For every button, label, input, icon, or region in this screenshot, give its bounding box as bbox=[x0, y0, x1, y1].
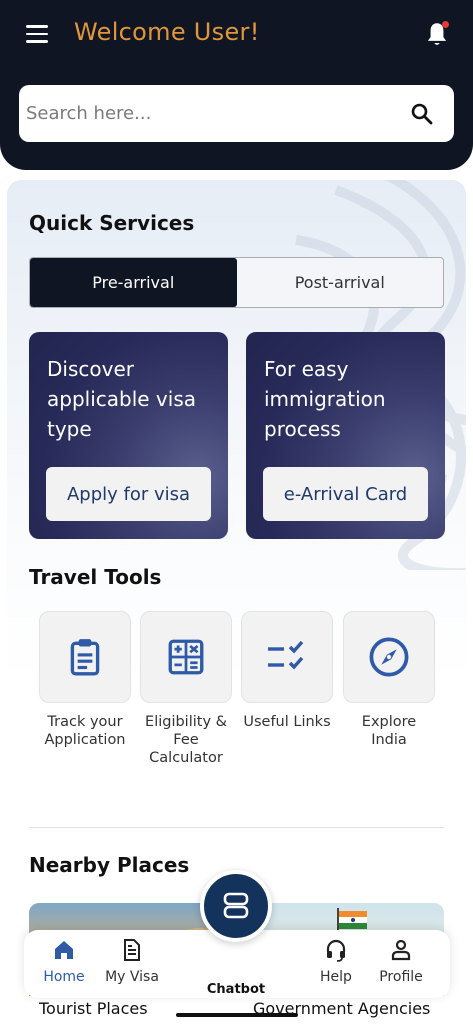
compass-icon bbox=[369, 637, 409, 677]
arrival-promo-card: For easy immigration process e-Arrival C… bbox=[246, 332, 445, 539]
notification-dot bbox=[442, 21, 449, 28]
arrival-promo-text: For easy immigration process bbox=[264, 357, 386, 441]
app-header: Welcome User! bbox=[0, 0, 473, 170]
quick-services-title: Quick Services bbox=[29, 211, 195, 235]
travel-tools-title: Travel Tools bbox=[29, 565, 162, 589]
welcome-title: Welcome User! bbox=[74, 18, 260, 46]
e-arrival-card-button[interactable]: e-Arrival Card bbox=[263, 467, 428, 521]
useful-links-button[interactable] bbox=[241, 611, 333, 703]
tool-eligibility-calculator: Eligibility & Fee Calculator bbox=[140, 611, 232, 767]
home-indicator bbox=[176, 1013, 298, 1017]
nav-label: Profile bbox=[379, 969, 423, 985]
nav-label: Help bbox=[320, 969, 352, 985]
tool-label: Explore India bbox=[361, 714, 417, 748]
search-bar bbox=[19, 85, 454, 142]
nav-my-visa[interactable]: My Visa bbox=[102, 938, 162, 985]
nav-home[interactable]: Home bbox=[34, 938, 94, 985]
notification-bell-icon[interactable] bbox=[424, 20, 450, 50]
chatbot-button[interactable] bbox=[200, 870, 272, 942]
nearby-places-title: Nearby Places bbox=[29, 853, 190, 877]
tab-post-arrival[interactable]: Post-arrival bbox=[237, 258, 444, 307]
profile-icon bbox=[391, 939, 411, 961]
calculator-icon bbox=[168, 639, 204, 675]
tool-explore-india: Explore India bbox=[343, 611, 435, 749]
robot-icon bbox=[223, 892, 249, 919]
track-application-button[interactable] bbox=[39, 611, 131, 703]
nav-profile[interactable]: Profile bbox=[371, 938, 431, 985]
apply-for-visa-button[interactable]: Apply for visa bbox=[46, 467, 211, 521]
chatbot-label: Chatbot bbox=[206, 982, 266, 997]
tool-label: Track your Application bbox=[44, 714, 126, 748]
section-divider bbox=[29, 827, 444, 828]
tab-pre-arrival[interactable]: Pre-arrival bbox=[30, 258, 237, 307]
search-input[interactable] bbox=[26, 103, 386, 124]
tool-label: Useful Links bbox=[243, 714, 331, 730]
place-label: Government Agencies bbox=[243, 996, 444, 1024]
headset-icon bbox=[326, 939, 346, 962]
search-icon[interactable] bbox=[410, 102, 434, 126]
checklist-icon bbox=[268, 640, 304, 670]
arrival-segmented-control: Pre-arrival Post-arrival bbox=[29, 257, 444, 308]
tool-label: Eligibility & Fee Calculator bbox=[145, 714, 227, 766]
visa-promo-text: Discover applicable visa type bbox=[47, 357, 196, 441]
explore-india-button[interactable] bbox=[343, 611, 435, 703]
place-label: Tourist Places bbox=[29, 996, 230, 1024]
clipboard-icon bbox=[70, 639, 100, 676]
home-icon bbox=[55, 941, 73, 959]
nav-label: Home bbox=[43, 969, 85, 985]
eligibility-calculator-button[interactable] bbox=[140, 611, 232, 703]
tool-useful-links: Useful Links bbox=[241, 611, 333, 731]
visa-promo-card: Discover applicable visa type Apply for … bbox=[29, 332, 228, 539]
nav-help[interactable]: Help bbox=[306, 938, 366, 985]
document-icon bbox=[124, 939, 140, 961]
tool-track-application: Track your Application bbox=[39, 611, 131, 749]
nav-label: My Visa bbox=[105, 969, 159, 985]
menu-icon[interactable] bbox=[26, 25, 48, 45]
